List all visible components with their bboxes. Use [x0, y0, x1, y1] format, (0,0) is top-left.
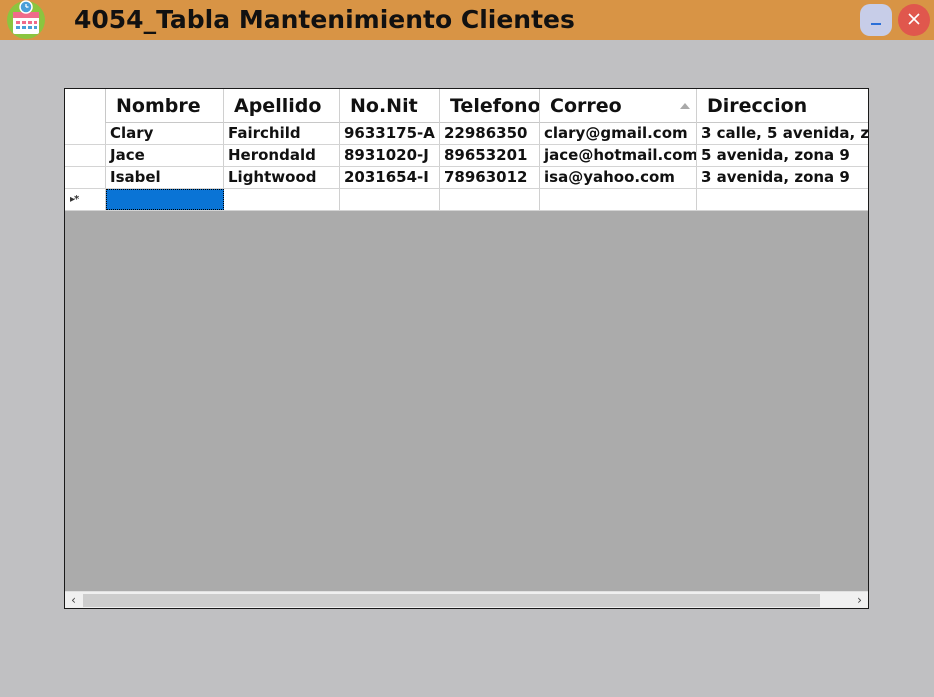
cell-nombre[interactable]: Isabel	[106, 167, 224, 188]
row-header[interactable]	[65, 145, 106, 166]
column-header-telefono[interactable]: Telefono	[440, 89, 540, 123]
horizontal-scrollbar[interactable]: ‹ ›	[65, 591, 868, 608]
cell-direccion[interactable]: 5 avenida, zona 9	[697, 145, 868, 166]
grid-header-row: Nombre Apellido No.Nit Telefono Correo D…	[65, 89, 868, 123]
window-title: 4054_Tabla Mantenimiento Clientes	[74, 5, 575, 34]
cell-telefono[interactable]: 22986350	[440, 123, 540, 144]
new-cell-apellido[interactable]	[224, 189, 340, 210]
new-cell-correo[interactable]	[540, 189, 697, 210]
title-bar: 4054_Tabla Mantenimiento Clientes	[0, 0, 934, 40]
cell-apellido[interactable]: Fairchild	[224, 123, 340, 144]
cell-telefono[interactable]: 78963012	[440, 167, 540, 188]
new-cell-nit[interactable]	[340, 189, 440, 210]
new-cell-direccion[interactable]	[697, 189, 868, 210]
table-row[interactable]: Isabel Lightwood 2031654-I 78963012 isa@…	[65, 167, 868, 189]
cell-apellido[interactable]: Herondald	[224, 145, 340, 166]
cell-direccion[interactable]: 3 calle, 5 avenida, zona	[697, 123, 868, 144]
new-row[interactable]: ▸*	[65, 189, 868, 211]
column-header-correo[interactable]: Correo	[540, 89, 697, 123]
column-header-apellido[interactable]: Apellido	[224, 89, 340, 123]
table-row[interactable]: Clary Fairchild 9633175-A 22986350 clary…	[65, 123, 868, 145]
sort-ascending-icon	[680, 103, 690, 109]
row-header[interactable]	[65, 167, 106, 188]
cell-direccion[interactable]: 3 avenida, zona 9	[697, 167, 868, 188]
cell-correo[interactable]: jace@hotmail.com	[540, 145, 697, 166]
cell-nit[interactable]: 2031654-I	[340, 167, 440, 188]
grid-body: Clary Fairchild 9633175-A 22986350 clary…	[65, 123, 868, 211]
cell-apellido[interactable]: Lightwood	[224, 167, 340, 188]
column-header-correo-label: Correo	[550, 95, 622, 117]
minimize-button[interactable]	[860, 4, 892, 36]
table-row[interactable]: Jace Herondald 8931020-J 89653201 jace@h…	[65, 145, 868, 167]
new-cell-telefono[interactable]	[440, 189, 540, 210]
calendar-app-icon	[6, 0, 46, 40]
column-header-nombre[interactable]: Nombre	[106, 89, 224, 123]
scroll-thumb[interactable]	[83, 594, 820, 607]
minimize-icon	[869, 11, 883, 30]
close-icon	[907, 11, 921, 30]
cell-correo[interactable]: isa@yahoo.com	[540, 167, 697, 188]
cell-nombre[interactable]: Jace	[106, 145, 224, 166]
column-header-direccion[interactable]: Direccion	[697, 89, 868, 123]
column-header-nit[interactable]: No.Nit	[340, 89, 440, 123]
new-row-marker[interactable]: ▸*	[65, 189, 106, 210]
scroll-left-icon[interactable]: ‹	[65, 592, 82, 608]
new-cell-nombre[interactable]	[106, 189, 224, 210]
row-header-corner[interactable]	[65, 89, 106, 123]
close-button[interactable]	[898, 4, 930, 36]
cell-telefono[interactable]: 89653201	[440, 145, 540, 166]
row-header[interactable]	[65, 123, 106, 144]
cell-correo[interactable]: clary@gmail.com	[540, 123, 697, 144]
cell-nit[interactable]: 9633175-A	[340, 123, 440, 144]
cell-nombre[interactable]: Clary	[106, 123, 224, 144]
scroll-right-icon[interactable]: ›	[851, 592, 868, 608]
clients-data-grid[interactable]: Nombre Apellido No.Nit Telefono Correo D…	[64, 88, 869, 609]
cell-nit[interactable]: 8931020-J	[340, 145, 440, 166]
